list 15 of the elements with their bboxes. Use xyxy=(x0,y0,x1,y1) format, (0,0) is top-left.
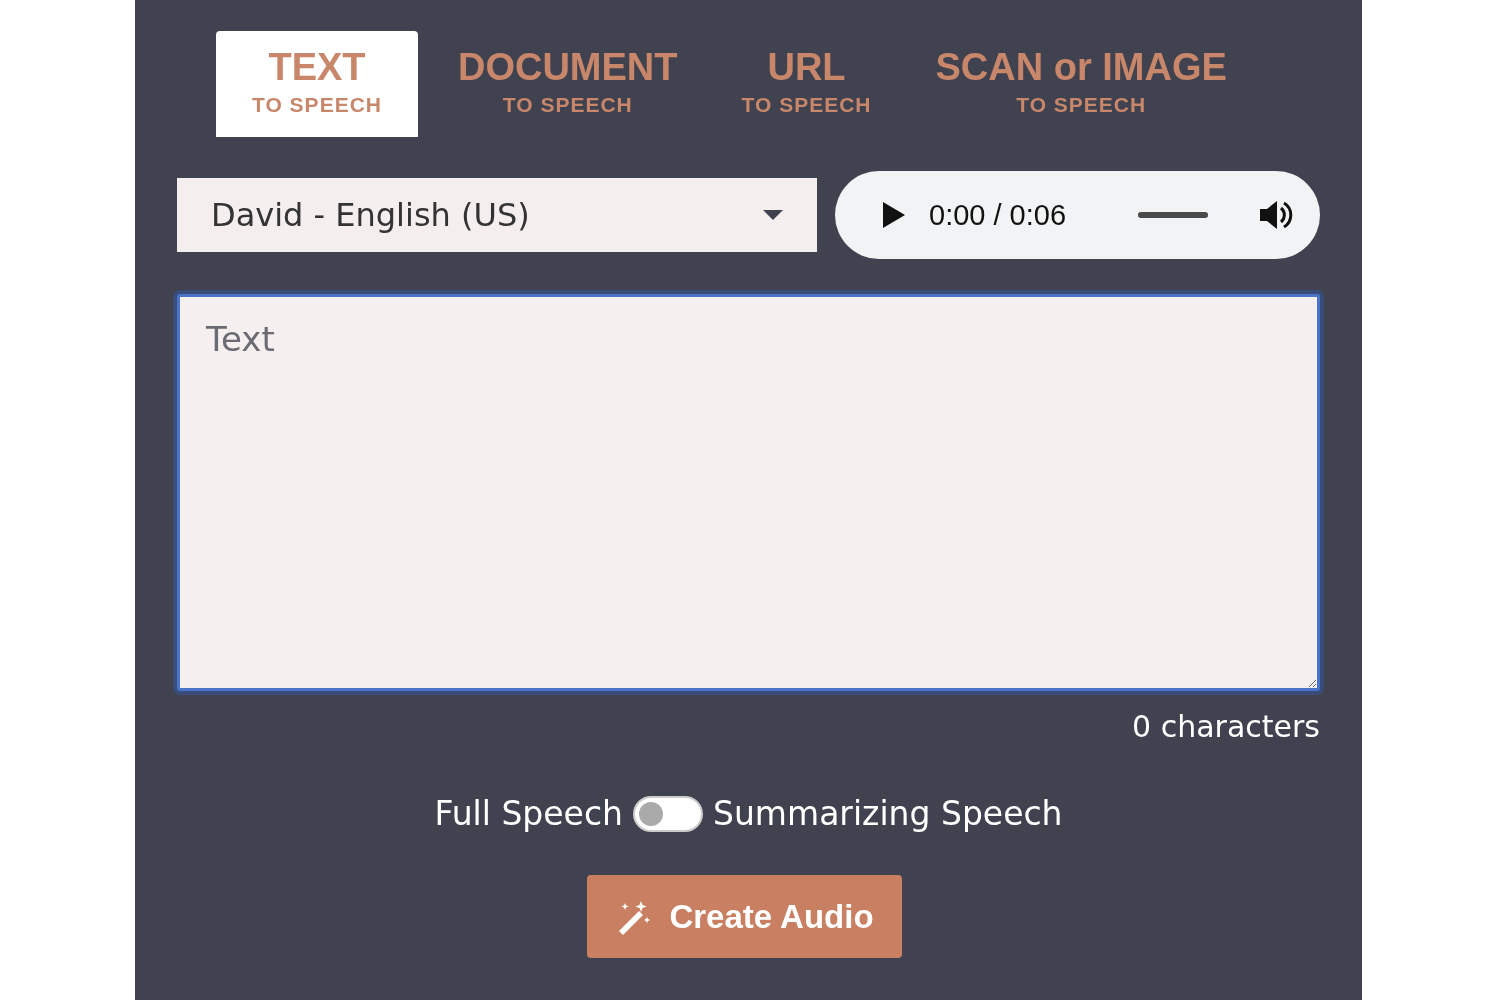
play-icon[interactable] xyxy=(883,202,905,228)
speech-mode-switch[interactable] xyxy=(633,795,703,832)
create-audio-button[interactable]: Create Audio xyxy=(587,875,902,958)
voice-select[interactable]: David - English (US) xyxy=(177,178,817,252)
mode-tab[interactable]: URL TO SPEECH xyxy=(717,31,896,137)
text-input-field[interactable]: Text xyxy=(177,294,1320,691)
mode-tab[interactable]: TEXT TO SPEECH xyxy=(216,31,418,137)
toggle-label: Summarizing Speech xyxy=(713,794,1063,833)
mode-tab[interactable]: SCAN or IMAGE TO SPEECH xyxy=(911,31,1251,137)
mode-tab[interactable]: DOCUMENT TO SPEECH xyxy=(434,31,702,137)
character-count: 0 characters xyxy=(1131,709,1320,744)
toggle-label: Full Speech xyxy=(434,794,623,833)
caret-icon xyxy=(763,210,783,220)
audio-time: 0:00 / 0:06 xyxy=(929,198,1067,232)
speaker-icon[interactable] xyxy=(1258,199,1294,231)
